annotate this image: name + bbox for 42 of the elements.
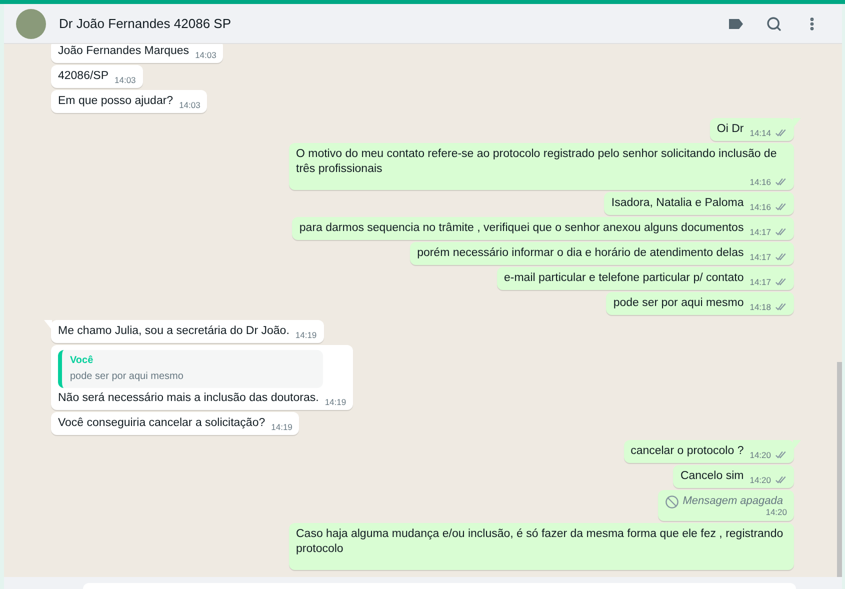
message-time: 14:20 bbox=[750, 474, 771, 486]
contact-name[interactable]: Dr João Fernandes 42086 SP bbox=[59, 14, 231, 34]
deleted-icon bbox=[664, 494, 679, 508]
message-text: e-mail particular e telefone particular p/ contato bbox=[504, 271, 744, 286]
search-icon[interactable] bbox=[766, 16, 782, 32]
message-text: porém necessário informar o dia e horário de atendimento delas bbox=[417, 246, 744, 261]
message-text: Não será necessário mais a inclusão das doutoras. bbox=[58, 391, 319, 406]
message-text: Caso haja alguma mudança e/ou inclusão, é só fazer da mesma forma que ele fez , registrando protocolo bbox=[296, 527, 784, 557]
message-text: Isadora, Natalia e Paloma bbox=[611, 196, 744, 211]
message-time: 14:03 bbox=[179, 99, 200, 111]
message-time: 14:19 bbox=[271, 421, 292, 433]
message-text: Em que posso ajudar? bbox=[58, 94, 174, 109]
message-text: Cancelo sim bbox=[680, 469, 744, 484]
message-time: 14:17 bbox=[750, 226, 771, 238]
quoted-message[interactable]: Você pode ser por aqui mesmo bbox=[58, 350, 323, 388]
avatar[interactable] bbox=[16, 8, 46, 38]
message-time: 14:17 bbox=[750, 276, 771, 288]
message-time: 14:17 bbox=[750, 251, 771, 263]
message-text: para darmos sequencia no trâmite , verifiquei que o senhor anexou alguns documentos bbox=[299, 221, 744, 236]
message-text: João Fernandes Marques bbox=[58, 44, 190, 59]
message-text: 42086/SP bbox=[58, 69, 109, 84]
message-time: 14:20 bbox=[766, 506, 787, 518]
message-text: pode ser por aqui mesmo bbox=[613, 296, 744, 311]
message-time: 14:03 bbox=[195, 49, 216, 61]
message-time: 14:18 bbox=[750, 301, 771, 313]
message-time: 14:14 bbox=[750, 127, 771, 139]
message-text: Me chamo Julia, sou a secretária do Dr João. bbox=[58, 324, 290, 339]
quote-author: Você bbox=[70, 354, 94, 368]
message-text: Oi Dr bbox=[716, 122, 744, 137]
message-time: 14:03 bbox=[114, 74, 136, 86]
message-time: 14:16 bbox=[750, 201, 771, 213]
message-text: cancelar o protocolo ? bbox=[630, 444, 744, 459]
message-time: 14:19 bbox=[324, 396, 346, 408]
deleted-message-text: Mensagem apagada bbox=[682, 494, 783, 509]
message-text: Você conseguiria cancelar a solicitação? bbox=[58, 416, 266, 431]
quote-text: pode ser por aqui mesmo bbox=[70, 370, 184, 384]
message-text: O motivo do meu contato refere-se ao protocolo registrado pelo senhor solicitando inclusão de três profissionais bbox=[296, 147, 778, 177]
scrollbar-thumb[interactable] bbox=[837, 362, 842, 577]
message-time: 14:20 bbox=[750, 449, 771, 461]
label-icon[interactable] bbox=[728, 18, 744, 30]
message-time: 14:16 bbox=[750, 176, 771, 188]
message-time: 14:19 bbox=[295, 329, 317, 341]
